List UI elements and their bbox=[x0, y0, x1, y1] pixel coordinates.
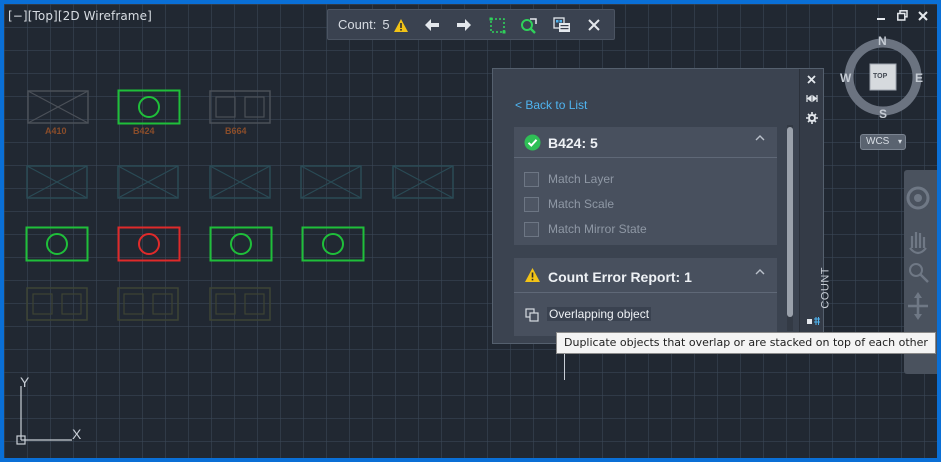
nav-bar-showmotion-icon[interactable] bbox=[906, 294, 932, 320]
palette-close-icon[interactable] bbox=[802, 72, 820, 86]
compass-n[interactable]: N bbox=[878, 34, 887, 48]
count-palette: COUNT < Back to List B424: 5 Match Layer… bbox=[492, 68, 832, 344]
match-mirror-label: Match Mirror State bbox=[548, 222, 647, 236]
chevron-up-icon[interactable] bbox=[755, 134, 765, 141]
block-a410[interactable] bbox=[27, 90, 89, 124]
block-b424-selected[interactable] bbox=[209, 226, 273, 262]
count-toolbar: Count: 5 bbox=[327, 9, 615, 40]
palette-scroll-thumb[interactable] bbox=[787, 127, 793, 317]
nav-bar-pan-icon[interactable] bbox=[906, 228, 932, 254]
match-scale-option[interactable]: Match Scale bbox=[524, 195, 614, 213]
back-to-list-link[interactable]: < Back to List bbox=[515, 98, 587, 112]
match-scale-label: Match Scale bbox=[548, 197, 615, 211]
close-icon[interactable] bbox=[585, 16, 603, 34]
block-b424-selected[interactable] bbox=[301, 226, 365, 262]
block-card-title: B424: 5 bbox=[548, 135, 598, 151]
wcs-dropdown[interactable]: WCS ▾ bbox=[860, 134, 906, 150]
block-b664[interactable] bbox=[209, 287, 271, 321]
block-cross[interactable] bbox=[117, 165, 179, 199]
match-mirror-option[interactable]: Match Mirror State bbox=[524, 220, 647, 238]
palette-settings-icon[interactable] bbox=[802, 111, 820, 125]
block-label-b664: B664 bbox=[225, 126, 247, 136]
compass-s[interactable]: S bbox=[879, 107, 887, 121]
block-b664[interactable] bbox=[209, 90, 271, 124]
block-card: B424: 5 Match Layer Match Scale Match Mi… bbox=[514, 127, 777, 245]
ucs-y-label: Y bbox=[20, 374, 30, 390]
palette-autohide-icon[interactable] bbox=[802, 92, 820, 106]
block-b424-error[interactable] bbox=[117, 226, 181, 262]
wcs-label: WCS bbox=[866, 136, 890, 147]
chevron-up-icon[interactable] bbox=[755, 268, 765, 275]
warning-icon bbox=[525, 268, 540, 282]
block-cross[interactable] bbox=[392, 165, 454, 199]
count-table-icon[interactable] bbox=[553, 16, 571, 34]
compass-w[interactable]: W bbox=[840, 71, 851, 85]
block-b664[interactable] bbox=[26, 287, 88, 321]
match-layer-option[interactable]: Match Layer bbox=[524, 170, 614, 188]
block-b664[interactable] bbox=[117, 287, 179, 321]
close-viewport-button[interactable] bbox=[918, 10, 928, 24]
chevron-down-icon: ▾ bbox=[897, 137, 902, 146]
compass-e[interactable]: E bbox=[915, 71, 923, 85]
block-cross[interactable] bbox=[300, 165, 362, 199]
error-report-card: Count Error Report: 1 Overlapping object bbox=[514, 258, 777, 336]
match-layer-checkbox[interactable] bbox=[524, 171, 539, 187]
viewcube[interactable]: N S E W TOP bbox=[840, 34, 926, 121]
select-objects-icon[interactable] bbox=[488, 16, 506, 34]
error-report-header[interactable]: Count Error Report: 1 bbox=[514, 258, 777, 293]
overlap-icon bbox=[525, 308, 539, 322]
match-layer-label: Match Layer bbox=[548, 172, 615, 186]
nav-bar-zoom-icon[interactable] bbox=[906, 262, 932, 288]
block-b424-selected[interactable] bbox=[117, 89, 181, 125]
drawing-viewport[interactable]: [−][Top][2D Wireframe] A410 B424 B664 Y … bbox=[4, 4, 937, 458]
nav-bar-orbit-icon[interactable] bbox=[906, 184, 932, 210]
warning-icon[interactable] bbox=[392, 16, 410, 34]
block-card-header[interactable]: B424: 5 bbox=[514, 127, 777, 158]
viewcube-top-face[interactable]: TOP bbox=[873, 73, 887, 80]
overlapping-object-row[interactable]: Overlapping object bbox=[514, 303, 777, 327]
block-cross[interactable] bbox=[26, 165, 88, 199]
count-label: Count: bbox=[338, 17, 377, 32]
block-b424-selected[interactable] bbox=[25, 226, 89, 262]
zoom-icon[interactable] bbox=[520, 16, 538, 34]
count-side-tab: COUNT bbox=[820, 267, 832, 309]
restore-button[interactable] bbox=[897, 10, 908, 24]
ucs-x-label: X bbox=[72, 426, 82, 442]
check-circle-icon bbox=[524, 134, 541, 151]
block-cross[interactable] bbox=[209, 165, 271, 199]
error-report-title: Count Error Report: 1 bbox=[548, 269, 692, 285]
block-label-a410: A410 bbox=[45, 126, 67, 136]
minimize-button[interactable] bbox=[876, 10, 886, 24]
arrow-left-icon[interactable] bbox=[423, 16, 441, 34]
block-label-b424: B424 bbox=[133, 126, 155, 136]
viewport-controls-label[interactable]: [−][Top][2D Wireframe] bbox=[8, 9, 152, 23]
match-scale-checkbox[interactable] bbox=[524, 196, 539, 212]
count-value: 5 bbox=[382, 17, 390, 32]
match-mirror-checkbox[interactable] bbox=[524, 221, 539, 237]
tooltip: Duplicate objects that overlap or are st… bbox=[556, 332, 936, 354]
overlapping-object-label: Overlapping object bbox=[547, 307, 652, 321]
arrow-right-icon[interactable] bbox=[455, 16, 473, 34]
